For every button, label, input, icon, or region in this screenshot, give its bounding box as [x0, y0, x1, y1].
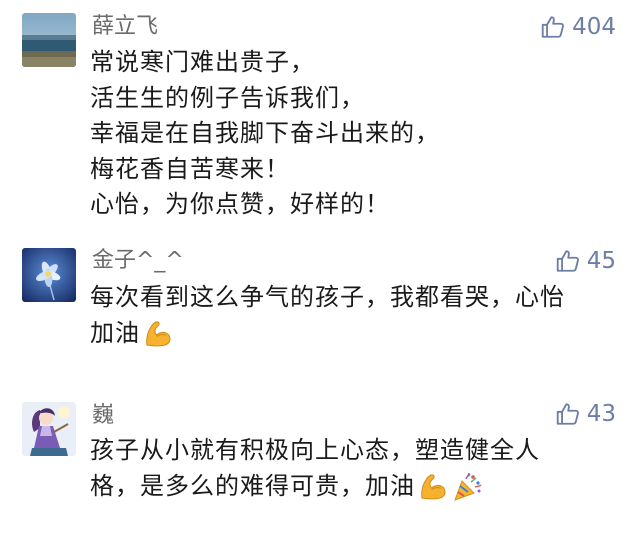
comment-text: 孩子从小就有积极向上心态，塑造健全人 格，是多么的难得可贵，加油	[90, 433, 610, 504]
like-count: 404	[572, 13, 616, 40]
comment-line: 心怡，为你点赞，好样的！	[90, 190, 390, 218]
comment-line-text: 加油	[90, 318, 140, 347]
comment-text: 每次看到这么争气的孩子，我都看哭，心怡 加油	[90, 280, 610, 351]
lake-landscape-avatar[interactable]	[22, 13, 76, 67]
comment-line: 加油	[90, 316, 610, 352]
comment-line: 孩子从小就有积极向上心态，塑造健全人	[90, 436, 540, 464]
blue-flower-avatar[interactable]	[22, 248, 76, 302]
party-popper-icon	[454, 472, 482, 501]
thumbs-up-icon	[541, 16, 565, 38]
comment-line: 梅花香自苦寒来！	[90, 154, 290, 183]
anime-girl-avatar[interactable]	[22, 402, 76, 456]
flexed-biceps-icon	[421, 473, 446, 499]
flexed-biceps-icon	[146, 320, 171, 346]
like-count: 45	[586, 247, 616, 274]
comment-line-text: 格，是多么的难得可贵，加油	[90, 471, 415, 500]
comment-line: 格，是多么的难得可贵，加油	[90, 469, 610, 505]
comment-author[interactable]: 薛立飞	[92, 16, 158, 38]
comment-line: 活生生的例子告诉我们，	[90, 83, 365, 112]
thumbs-up-icon	[556, 250, 579, 272]
comment-line: 幸福是在自我脚下奋斗出来的，	[90, 119, 440, 147]
like-button[interactable]: 45	[555, 248, 616, 274]
comment-line: 每次看到这么争气的孩子，我都看哭，心怡	[90, 283, 565, 311]
comment-author[interactable]: 金子^_^	[92, 250, 184, 272]
thumbs-up-icon	[556, 403, 579, 425]
comment-line: 常说寒门难出贵子，	[90, 48, 315, 76]
comment-text: 常说寒门难出贵子， 活生生的例子告诉我们， 幸福是在自我脚下奋斗出来的， 梅花香…	[90, 45, 610, 223]
like-count: 43	[586, 400, 616, 427]
comment-author[interactable]: 巍	[92, 405, 114, 427]
like-button[interactable]: 404	[540, 14, 616, 40]
like-button[interactable]: 43	[555, 401, 616, 427]
